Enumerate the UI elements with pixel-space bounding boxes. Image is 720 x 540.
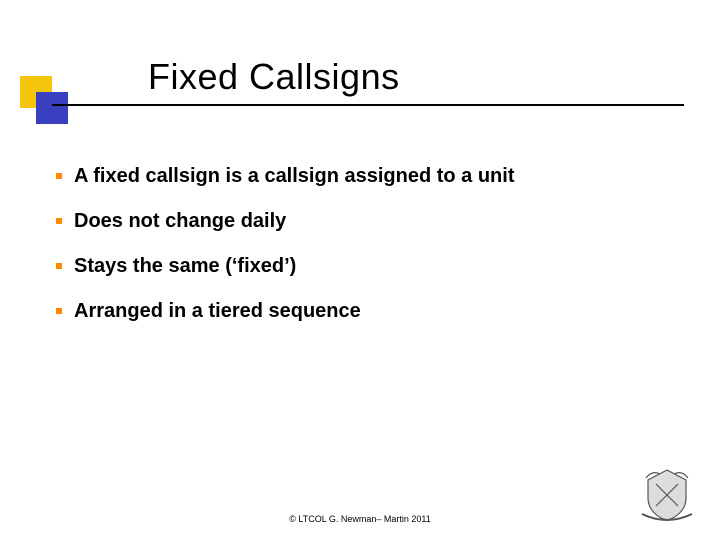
bullet-item: Does not change daily [74, 210, 654, 233]
bullet-text: Arranged in a tiered sequence [74, 300, 361, 322]
bullet-icon [56, 308, 62, 314]
accent-square-blue [36, 92, 68, 124]
bullet-text: Stays the same (‘fixed’) [74, 255, 296, 277]
title-underline [52, 104, 684, 106]
bullet-text: Does not change daily [74, 210, 286, 232]
bullet-item: Arranged in a tiered sequence [74, 300, 654, 323]
slide: Fixed Callsigns A fixed callsign is a ca… [0, 0, 720, 540]
bullet-item: Stays the same (‘fixed’) [74, 255, 654, 278]
bullet-text: A fixed callsign is a callsign assigned … [74, 165, 515, 187]
crest-icon [632, 464, 702, 524]
bullet-icon [56, 218, 62, 224]
bullet-icon [56, 263, 62, 269]
slide-body: A fixed callsign is a callsign assigned … [74, 165, 654, 345]
slide-title: Fixed Callsigns [148, 56, 400, 98]
bullet-icon [56, 173, 62, 179]
bullet-item: A fixed callsign is a callsign assigned … [74, 165, 654, 188]
footer-credit: © LTCOL G. Newman– Martin 2011 [0, 514, 720, 524]
